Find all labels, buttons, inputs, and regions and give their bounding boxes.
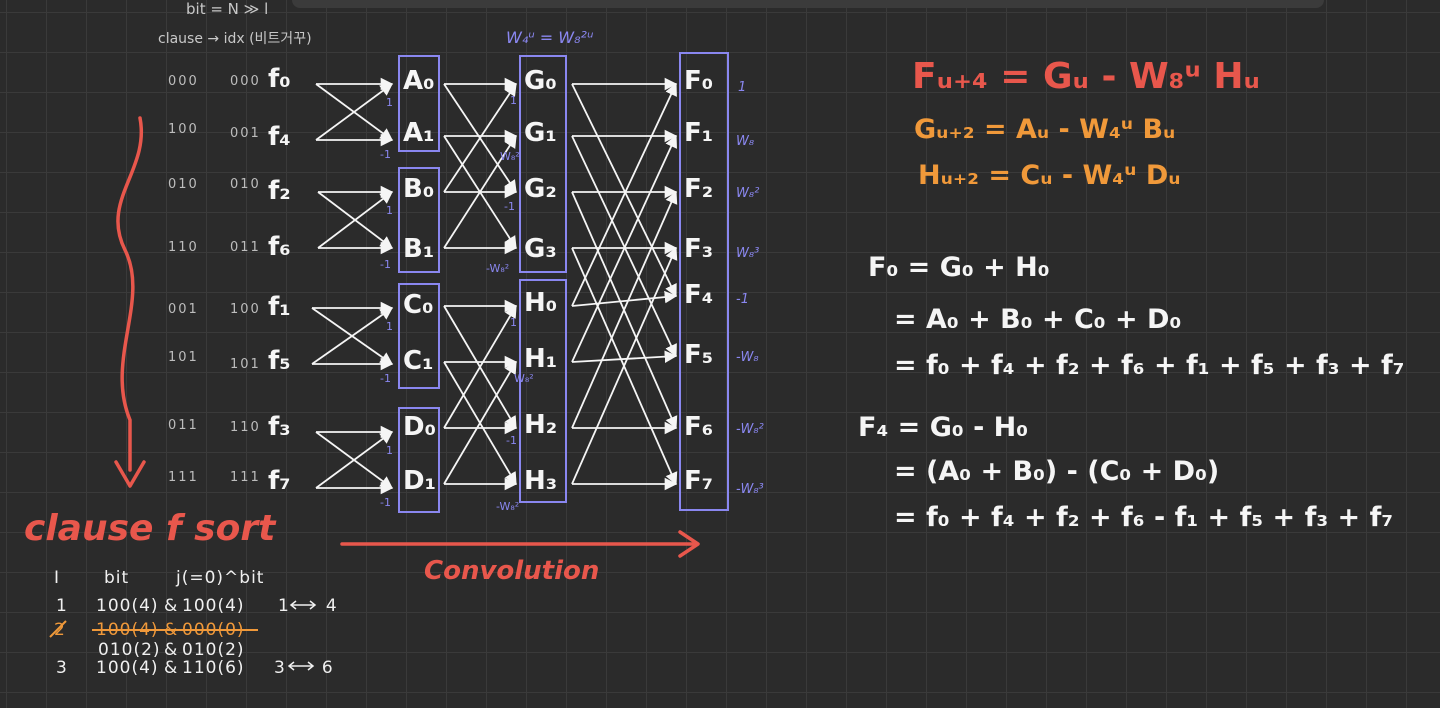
deriv-f0-line2: = A₀ + B₀ + C₀ + D₀ — [894, 304, 1182, 335]
cell-bit: 100(4) — [96, 658, 159, 678]
stage2-header: W₄ᵘ = W₈²ᵘ — [506, 28, 594, 47]
sort-arrow — [114, 116, 146, 488]
w1-6: 1 — [386, 444, 393, 457]
table-header-j: j(=0)^bit — [176, 568, 265, 588]
node-F3: F₃ — [684, 234, 714, 264]
node-F7: F₇ — [684, 466, 714, 496]
w1-2: 1 — [386, 204, 393, 217]
w2-6: -1 — [506, 434, 517, 447]
w1-3: -1 — [380, 258, 391, 271]
cell-amp: & — [164, 640, 179, 660]
stage1-lines — [311, 77, 394, 495]
formula-orange-h: Hᵤ₊₂ = Cᵤ - W₄ᵘ Dᵤ — [918, 160, 1181, 191]
formula-red: Fᵤ₊₄ = Gᵤ - W₈ᵘ Hᵤ — [912, 56, 1260, 97]
node-A1: A₁ — [403, 118, 435, 148]
deriv-f4-line1: F₄ = G₀ - H₀ — [858, 412, 1029, 443]
node-G2: G₂ — [524, 174, 557, 204]
node-F5: F₅ — [684, 340, 714, 370]
node-H0: H₀ — [524, 288, 558, 318]
twiddle-4: -1 — [736, 292, 749, 307]
node-H2: H₂ — [524, 410, 558, 440]
cell-i: 2 — [54, 620, 66, 640]
twiddle-7: -W₈³ — [736, 482, 764, 497]
cell-amp: & — [164, 596, 179, 616]
twiddle-2: W₈² — [736, 186, 760, 201]
cell-i: 1 — [56, 596, 68, 616]
w2-3: -W₈² — [486, 262, 510, 275]
twiddle-6: -W₈² — [736, 422, 764, 437]
node-C1: C₁ — [403, 346, 434, 376]
node-F6: F₆ — [684, 412, 714, 442]
w2-2: -1 — [504, 200, 515, 213]
w1-1: -1 — [380, 148, 391, 161]
cell-swap: 3 6 — [274, 658, 334, 678]
cell-amp: & — [164, 658, 179, 678]
cell-j: 100(4) — [182, 596, 245, 616]
cell-bit: 010(2) — [98, 640, 161, 660]
table-header-bit: bit — [104, 568, 130, 588]
node-D1: D₁ — [403, 466, 436, 496]
stage2-lines — [443, 77, 518, 491]
deriv-f0-line3: = f₀ + f₄ + f₂ + f₆ + f₁ + f₅ + f₃ + f₇ — [894, 350, 1405, 381]
node-G3: G₃ — [524, 234, 557, 264]
twiddle-0: 1 — [738, 80, 747, 95]
node-G1: G₁ — [524, 118, 557, 148]
node-D0: D₀ — [403, 412, 436, 442]
cell-bit: 100(4) — [96, 620, 159, 640]
w1-5: -1 — [380, 372, 391, 385]
cell-i: 3 — [56, 658, 68, 678]
node-B1: B₁ — [403, 234, 435, 264]
deriv-f4-line2: = (A₀ + B₀) - (C₀ + D₀) — [894, 456, 1220, 487]
twiddle-1: W₈ — [736, 134, 755, 149]
w2-1: W₈² — [500, 150, 520, 163]
cell-swap: 1 4 — [278, 596, 338, 616]
deriv-f4-line3: = f₀ + f₄ + f₂ + f₆ - f₁ + f₅ + f₃ + f₇ — [894, 502, 1394, 533]
cell-j: 010(2) — [182, 640, 245, 660]
sort-label: clause f sort — [24, 508, 276, 549]
cell-amp: & — [164, 620, 179, 640]
table-header-i: I — [54, 568, 61, 588]
node-F2: F₂ — [684, 174, 714, 204]
formula-orange-g: Gᵤ₊₂ = Aᵤ - W₄ᵘ Bᵤ — [914, 114, 1176, 145]
node-H3: H₃ — [524, 466, 558, 496]
deriv-f0-line1: F₀ = G₀ + H₀ — [868, 252, 1050, 283]
node-H1: H₁ — [524, 344, 558, 374]
twiddle-3: W₈³ — [736, 246, 760, 261]
node-C0: C₀ — [403, 290, 434, 320]
node-F0: F₀ — [684, 66, 714, 96]
w2-0: 1 — [510, 94, 517, 107]
node-A0: A₀ — [403, 66, 435, 96]
cell-bit: 100(4) — [96, 596, 159, 616]
stage1-boxes — [398, 52, 729, 513]
node-F1: F₁ — [684, 118, 714, 148]
w2-4: 1 — [510, 316, 517, 329]
node-F4: F₄ — [684, 280, 714, 310]
w1-7: -1 — [380, 496, 391, 509]
convolution-label: Convolution — [424, 556, 600, 586]
w2-7: -W₈² — [496, 500, 520, 513]
node-B0: B₀ — [403, 174, 435, 204]
cell-j: 000(0) — [182, 620, 245, 640]
w1-0: 1 — [386, 96, 393, 109]
twiddle-5: -W₈ — [736, 350, 759, 365]
w1-4: 1 — [386, 320, 393, 333]
convolution-arrow — [340, 530, 700, 558]
node-G0: G₀ — [524, 66, 557, 96]
cell-j: 110(6) — [182, 658, 245, 678]
stage3-lines — [571, 77, 678, 491]
